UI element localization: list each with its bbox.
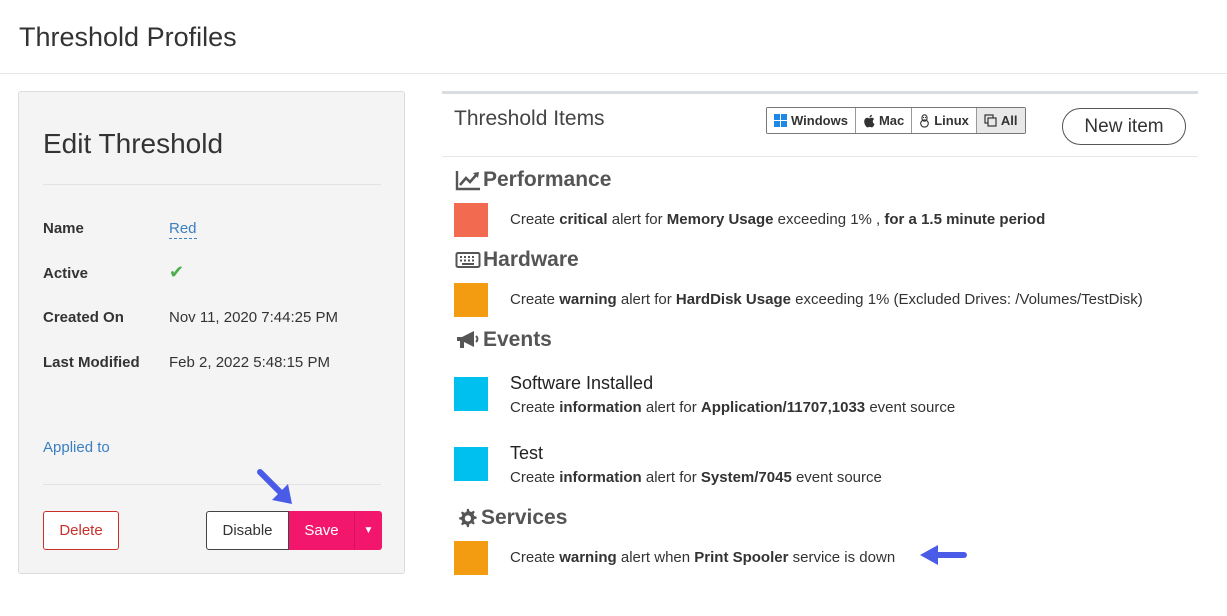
os-filter-label: Windows — [791, 113, 848, 128]
threshold-items-panel: Threshold Items Windows Mac Linux All Ne… — [442, 91, 1198, 581]
os-filter-mac[interactable]: Mac — [855, 108, 913, 133]
event-title-test: Test — [510, 443, 544, 463]
edit-threshold-panel: Edit Threshold Name Red Active ✔ Created… — [18, 91, 405, 574]
panel-divider — [43, 484, 381, 485]
delete-button[interactable]: Delete — [43, 511, 119, 550]
save-dropdown-toggle[interactable]: ▼ — [354, 511, 382, 550]
windows-icon — [774, 114, 787, 127]
threshold-item-memory[interactable]: Create critical alert for Memory Usage e… — [510, 211, 1045, 228]
event-title-software-installed: Software Installed — [510, 373, 654, 393]
panel-divider — [43, 184, 381, 185]
threshold-item-print-spooler[interactable]: Create warning alert when Print Spooler … — [510, 549, 895, 566]
os-filter-label: Linux — [934, 113, 969, 128]
items-divider — [442, 156, 1198, 157]
section-services: Services — [455, 506, 567, 530]
os-filter-windows[interactable]: Windows — [767, 108, 856, 133]
apple-icon — [864, 114, 875, 127]
created-on-value: Nov 11, 2020 7:44:25 PM — [169, 309, 338, 326]
threshold-item-harddisk[interactable]: Create warning alert for HardDisk Usage … — [510, 291, 1143, 308]
os-filter-label: Mac — [878, 113, 905, 128]
critical-swatch — [454, 203, 488, 237]
name-label: Name — [43, 220, 84, 237]
active-label: Active — [43, 265, 89, 282]
threshold-item-test[interactable]: Create information alert for System/7045… — [510, 469, 882, 486]
last-modified-value: Feb 2, 2022 5:48:15 PM — [169, 354, 330, 371]
applied-to-link[interactable]: Applied to — [43, 439, 110, 456]
os-filter-linux[interactable]: Linux — [912, 108, 977, 133]
threshold-items-title: Threshold Items — [454, 107, 605, 130]
bullhorn-icon — [455, 329, 481, 351]
disable-button[interactable]: Disable — [206, 511, 289, 550]
information-swatch — [454, 447, 488, 481]
os-filter-all[interactable]: All — [976, 108, 1025, 133]
linux-icon — [920, 113, 930, 128]
active-check-icon: ✔ — [169, 262, 185, 282]
section-events: Events — [455, 328, 552, 352]
os-filter-group: Windows Mac Linux All — [766, 107, 1026, 134]
annotation-arrow-icon — [257, 469, 292, 504]
gear-icon — [455, 507, 479, 529]
information-swatch — [454, 377, 488, 411]
save-button[interactable]: Save — [289, 511, 354, 550]
new-item-button[interactable]: New item — [1062, 108, 1186, 145]
header-divider — [0, 73, 1227, 74]
warning-swatch — [454, 541, 488, 575]
threshold-item-software-installed[interactable]: Create information alert for Application… — [510, 399, 955, 416]
caret-down-icon: ▼ — [363, 525, 374, 536]
annotation-arrow-icon — [920, 545, 967, 565]
name-value[interactable]: Red — [169, 220, 197, 239]
copy-icon — [984, 114, 997, 127]
edit-threshold-title: Edit Threshold — [43, 128, 224, 159]
section-hardware: Hardware — [455, 248, 579, 272]
name-link[interactable]: Red — [169, 220, 197, 239]
os-filter-label: All — [1000, 113, 1018, 128]
keyboard-icon — [455, 250, 481, 270]
page-title: Threshold Profiles — [19, 22, 237, 52]
created-on-label: Created On — [43, 309, 124, 326]
section-performance: Performance — [455, 168, 611, 192]
line-chart-icon — [455, 169, 481, 191]
last-modified-label: Last Modified — [43, 354, 140, 371]
warning-swatch — [454, 283, 488, 317]
